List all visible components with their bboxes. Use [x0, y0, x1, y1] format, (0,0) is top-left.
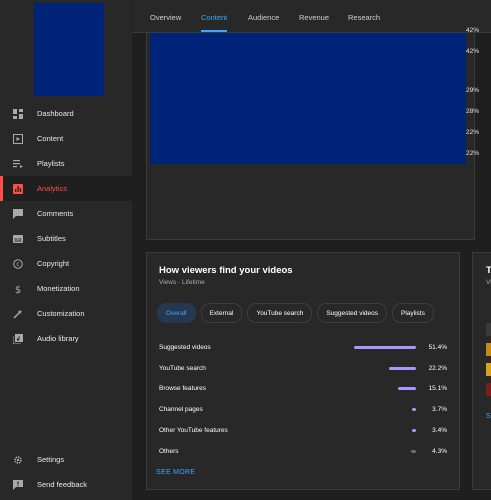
traffic-title: How viewers find your videos: [159, 265, 293, 276]
traffic-row[interactable]: Others 4.3%: [159, 441, 447, 462]
top-videos-card: To Vi SE: [472, 252, 491, 490]
sidebar-item-send-feedback[interactable]: Send feedback: [0, 472, 132, 497]
sidebar-item-label: Dashboard: [37, 109, 74, 118]
tab-research[interactable]: Research: [348, 13, 380, 22]
top-pct-5: 22%: [466, 129, 480, 136]
analytics-icon: [13, 183, 23, 194]
main-content: Overview Content Audience Revenue Resear…: [133, 0, 491, 500]
channel-avatar[interactable]: [34, 3, 104, 96]
subtitles-icon: [13, 234, 23, 244]
sidebar-item-customization[interactable]: Customization: [0, 301, 132, 326]
traffic-subtitle: Views · Lifetime: [159, 279, 205, 286]
playlists-icon: [13, 159, 23, 169]
sidebar-item-content[interactable]: Content: [0, 126, 132, 151]
sidebar-item-label: Comments: [37, 209, 74, 218]
video-thumbnail[interactable]: [486, 363, 491, 376]
traffic-source-name: Channel pages: [159, 406, 203, 414]
video-thumbnail[interactable]: [486, 383, 491, 396]
svg-text:$: $: [15, 285, 21, 294]
sidebar-item-analytics[interactable]: Analytics: [0, 176, 132, 201]
traffic-row[interactable]: Suggested videos 51.4%: [159, 337, 447, 358]
content-icon: [13, 133, 23, 144]
sidebar-item-label: Settings: [37, 455, 65, 464]
chip-external[interactable]: External: [200, 303, 243, 323]
sidebar-item-label: Send feedback: [37, 480, 88, 489]
traffic-percent: 3.4%: [432, 427, 447, 435]
sidebar-item-copyright[interactable]: c Copyright: [0, 251, 132, 276]
monetization-icon: $: [13, 284, 23, 294]
video-thumbnail[interactable]: [486, 343, 491, 356]
chip-playlists[interactable]: Playlists: [392, 303, 434, 323]
traffic-percent: 4.3%: [432, 447, 447, 455]
sidebar-item-label: Content: [37, 134, 64, 143]
tab-audience[interactable]: Audience: [248, 13, 279, 22]
traffic-source-name: Suggested videos: [159, 343, 211, 351]
sidebar-item-label: Monetization: [37, 284, 80, 293]
top-pct-6: 22%: [466, 150, 480, 157]
customization-icon: [13, 309, 23, 319]
sidebar-item-settings[interactable]: Settings: [0, 447, 132, 472]
video-thumbnail[interactable]: [486, 323, 491, 336]
traffic-row[interactable]: YouTube search 22.2%: [159, 358, 447, 379]
tab-bar: Overview Content Audience Revenue Resear…: [133, 0, 491, 33]
svg-text:c: c: [16, 261, 19, 268]
traffic-row[interactable]: Other YouTube features 3.4%: [159, 420, 447, 441]
sidebar-nav: Dashboard Content Playlists Analytics Commen…: [0, 101, 132, 351]
top-videos-subtitle: Vi: [486, 279, 491, 286]
see-more-link[interactable]: SEE MORE: [156, 469, 195, 476]
top-pct-4: 28%: [466, 108, 480, 115]
top-pct-3: 29%: [466, 87, 480, 94]
traffic-bar: [389, 366, 416, 370]
top-pct-1: 42%: [466, 27, 480, 34]
tab-revenue[interactable]: Revenue: [299, 13, 329, 22]
sidebar-item-audio-library[interactable]: Audio library: [0, 326, 132, 351]
sidebar: Dashboard Content Playlists Analytics Commen…: [0, 0, 133, 500]
traffic-bar: [398, 387, 416, 391]
sidebar-item-label: Subtitles: [37, 234, 66, 243]
traffic-source-name: Others: [159, 447, 179, 455]
chip-overall[interactable]: Overall: [157, 303, 196, 323]
traffic-bar: [411, 449, 416, 453]
top-pct-2: 42%: [466, 48, 480, 55]
sidebar-item-label: Analytics: [37, 184, 68, 193]
sidebar-item-monetization[interactable]: $ Monetization: [0, 276, 132, 301]
traffic-row[interactable]: Channel pages 3.7%: [159, 399, 447, 420]
feedback-icon: [13, 479, 23, 490]
sidebar-item-label: Playlists: [37, 159, 65, 168]
chip-youtube-search[interactable]: YouTube search: [247, 303, 313, 323]
top-videos-title: To: [486, 265, 491, 276]
traffic-sources-card: How viewers find your videos Views · Lif…: [146, 252, 460, 490]
sidebar-item-comments[interactable]: Comments: [0, 201, 132, 226]
sidebar-item-playlists[interactable]: Playlists: [0, 151, 132, 176]
traffic-bar: [412, 408, 416, 412]
sidebar-bottom-nav: Settings Send feedback: [0, 447, 132, 497]
top-card-thumbnail[interactable]: [150, 33, 466, 164]
audio-library-icon: [13, 333, 23, 344]
tab-overview[interactable]: Overview: [150, 13, 181, 22]
comments-icon: [13, 208, 23, 219]
traffic-source-name: YouTube search: [159, 364, 206, 372]
traffic-percent: 3.7%: [432, 406, 447, 414]
traffic-source-name: Other YouTube features: [159, 427, 228, 435]
sidebar-item-subtitles[interactable]: Subtitles: [0, 226, 132, 251]
sidebar-item-label: Audio library: [37, 334, 79, 343]
sidebar-item-label: Customization: [37, 309, 85, 318]
traffic-bar: [354, 345, 416, 349]
traffic-percent: 51.4%: [428, 343, 447, 351]
traffic-percent: 15.1%: [428, 385, 447, 393]
traffic-bar: [412, 429, 416, 433]
traffic-rows: Suggested videos 51.4% YouTube search 22.2%…: [159, 337, 447, 462]
sidebar-item-dashboard[interactable]: Dashboard: [0, 101, 132, 126]
sidebar-item-label: Copyright: [37, 259, 70, 268]
tab-content[interactable]: Content: [201, 13, 228, 32]
traffic-filter-chips: Overall External YouTube search Suggested v…: [157, 303, 434, 323]
top-videos-see-more[interactable]: SE: [486, 413, 491, 420]
dashboard-icon: [13, 108, 23, 119]
traffic-row[interactable]: Browse features 15.1%: [159, 379, 447, 400]
traffic-percent: 22.2%: [428, 364, 447, 372]
gear-icon: [13, 455, 23, 465]
chip-suggested-videos[interactable]: Suggested videos: [317, 303, 387, 323]
copyright-icon: c: [13, 258, 23, 269]
traffic-source-name: Browse features: [159, 385, 206, 393]
